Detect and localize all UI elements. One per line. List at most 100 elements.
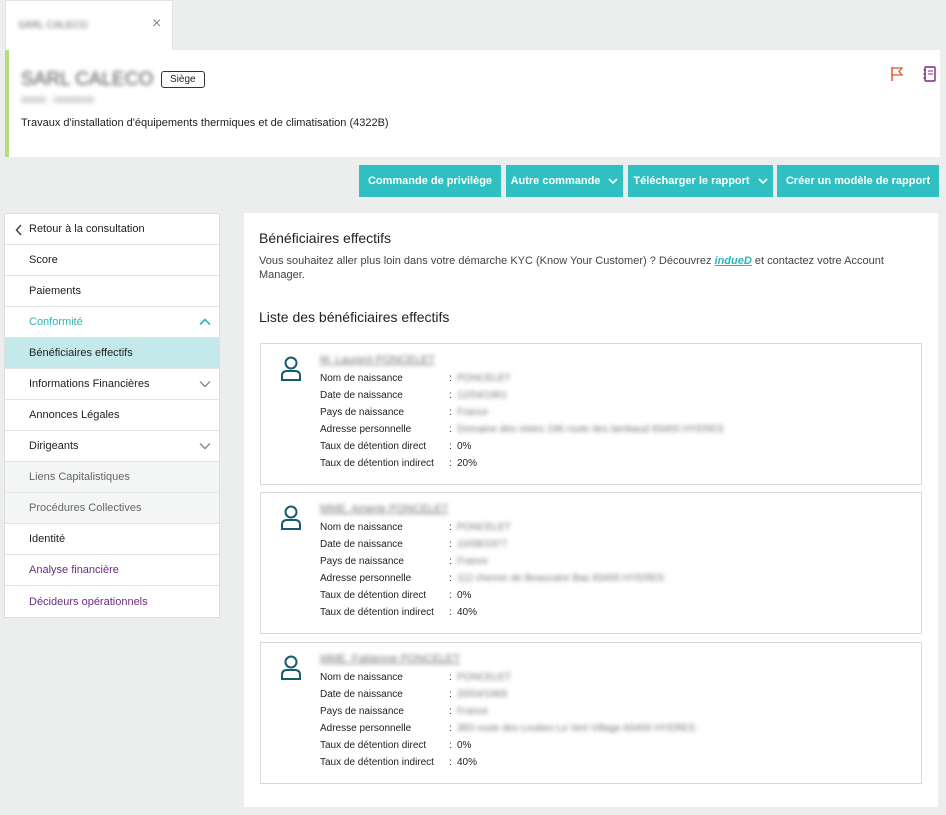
- sidebar-item-label: Dirigeants: [29, 440, 79, 452]
- tab-label: SARL CALECO: [18, 20, 88, 31]
- detail-colon: :: [449, 757, 452, 768]
- sidebar-item-compliance[interactable]: Conformité: [5, 307, 219, 338]
- beneficiaries-list-title: Liste des bénéficiaires effectifs: [259, 309, 450, 325]
- detail-label: Date de naissance: [320, 689, 403, 700]
- detail-colon: :: [449, 556, 452, 567]
- sidebar-item-label: Informations Financières: [29, 378, 150, 390]
- detail-label: Date de naissance: [320, 539, 403, 550]
- detail-label: Pays de naissance: [320, 556, 404, 567]
- sidebar-item-financial-info[interactable]: Informations Financières: [5, 369, 219, 400]
- detail-label: Taux de détention direct: [320, 590, 427, 601]
- sidebar-item-financial-analysis[interactable]: Analyse financière: [5, 555, 219, 586]
- detail-row: Adresse personnelle: Domaine des vistes 1…: [320, 424, 900, 438]
- detail-value: 12/04/1961: [457, 390, 508, 401]
- sidebar-item-beneficiaries[interactable]: Bénéficiaires effectifs: [5, 338, 219, 369]
- detail-label: Date de naissance: [320, 390, 403, 401]
- other-order-button[interactable]: Autre commande: [506, 165, 623, 197]
- sidebar-item-back[interactable]: Retour à la consultation: [5, 214, 219, 245]
- create-report-model-button[interactable]: Créer un modèle de rapport: [777, 165, 939, 197]
- detail-value: 10/08/1977: [457, 539, 508, 550]
- activity-description: Travaux d'installation d'équipements the…: [21, 117, 389, 129]
- create-report-model-label: Créer un modèle de rapport: [785, 175, 931, 187]
- detail-value: France: [457, 706, 489, 717]
- sidebar-item-legal-notices[interactable]: Annonces Légales: [5, 400, 219, 431]
- person-icon: [281, 505, 301, 530]
- company-header: SARL CALECO 00000 · 00000000 Siège Trava…: [5, 50, 940, 157]
- detail-label: Nom de naissance: [320, 672, 403, 683]
- detail-row: Pays de naissance: France: [320, 407, 900, 421]
- chevron-left-icon: [15, 224, 22, 236]
- detail-value: 40%: [457, 607, 478, 618]
- detail-value: 0%: [457, 590, 472, 601]
- detail-label: Taux de détention indirect: [320, 607, 434, 618]
- sidebar-item-label: Score: [29, 254, 58, 266]
- detail-value: PONCELET: [457, 373, 511, 384]
- beneficiary-card: M. Laurent PONCELET Nom de naissance: PON…: [260, 343, 922, 485]
- beneficiary-name[interactable]: M. Laurent PONCELET: [320, 354, 435, 366]
- company-name: SARL CALECO: [21, 69, 154, 90]
- detail-label: Nom de naissance: [320, 522, 403, 533]
- detail-row: Adresse personnelle:112 chemin de Beauca…: [320, 573, 900, 587]
- kyc-description: Vous souhaitez aller plus loin dans votr…: [259, 254, 919, 282]
- detail-colon: :: [449, 424, 452, 435]
- sidebar-item-executives[interactable]: Dirigeants: [5, 431, 219, 462]
- siege-badge: Siège: [161, 71, 205, 88]
- detail-label: Pays de naissance: [320, 706, 404, 717]
- detail-row: Nom de naissance: PONCELET: [320, 522, 900, 536]
- sidebar-item-label: Annonces Légales: [29, 409, 120, 421]
- sidebar-item-collective-procedures[interactable]: Procédures Collectives: [5, 493, 219, 524]
- download-report-label: Télécharger le rapport: [633, 175, 750, 187]
- privilege-order-button[interactable]: Commande de privilège: [359, 165, 501, 197]
- detail-row: Taux de détention direct:0%: [320, 740, 900, 754]
- detail-colon: :: [449, 458, 452, 469]
- detail-label: Adresse personnelle: [320, 573, 412, 584]
- detail-label: Taux de détention indirect: [320, 458, 434, 469]
- detail-label: Taux de détention indirect: [320, 757, 434, 768]
- flag-icon[interactable]: [889, 66, 905, 82]
- beneficiary-name[interactable]: MME. Fabienne PONCELET: [320, 653, 460, 665]
- detail-value: France: [457, 407, 489, 418]
- detail-colon: :: [449, 689, 452, 700]
- sidebar-item-capital-links[interactable]: Liens Capitalistiques: [5, 462, 219, 493]
- detail-label: Taux de détention direct: [320, 441, 427, 452]
- kyc-description-text: Vous souhaitez aller plus loin dans votr…: [259, 255, 715, 267]
- detail-colon: :: [449, 373, 452, 384]
- detail-value: PONCELET: [457, 672, 511, 683]
- chevron-down-icon: [199, 381, 211, 388]
- detail-row: Adresse personnelle:383 route des Loubes…: [320, 723, 900, 737]
- chevron-down-icon: [199, 443, 211, 450]
- detail-colon: :: [449, 539, 452, 550]
- detail-label: Taux de détention direct: [320, 740, 427, 751]
- sidebar-item-operational-decision-makers[interactable]: Décideurs opérationnels: [5, 586, 219, 617]
- sidebar-item-label: Procédures Collectives: [29, 502, 142, 514]
- detail-colon: :: [449, 723, 452, 734]
- detail-label: Pays de naissance: [320, 407, 404, 418]
- detail-colon: :: [449, 573, 452, 584]
- beneficiary-name[interactable]: MME. Amerie PONCELET: [320, 503, 448, 515]
- main-content: Bénéficiaires effectifs Vous souhaitez a…: [244, 213, 938, 807]
- indued-link[interactable]: indueD: [715, 255, 752, 267]
- detail-row: Date de naissance:10/08/1977: [320, 539, 900, 553]
- company-tab[interactable]: SARL CALECO ×: [5, 0, 173, 51]
- sidebar-item-identity[interactable]: Identité: [5, 524, 219, 555]
- detail-colon: :: [449, 441, 452, 452]
- detail-row: Taux de détention indirect:20%: [320, 458, 900, 472]
- close-icon[interactable]: ×: [152, 15, 161, 33]
- detail-row: Taux de détention indirect:40%: [320, 757, 900, 771]
- detail-row: Pays de naissance: France: [320, 706, 900, 720]
- sidebar-item-payments[interactable]: Paiements: [5, 276, 219, 307]
- detail-colon: :: [449, 390, 452, 401]
- chevron-down-icon: [758, 177, 768, 184]
- download-report-button[interactable]: Télécharger le rapport: [628, 165, 773, 197]
- detail-value: 40%: [457, 757, 478, 768]
- sidebar-nav: Retour à la consultation Score Paiements…: [4, 213, 220, 618]
- notebook-icon[interactable]: [923, 66, 937, 82]
- sidebar-item-score[interactable]: Score: [5, 245, 219, 276]
- detail-value: France: [457, 556, 489, 567]
- detail-row: Date de naissance:20/04/1969: [320, 689, 900, 703]
- sidebar-item-label: Bénéficiaires effectifs: [29, 347, 133, 359]
- detail-colon: :: [449, 740, 452, 751]
- detail-colon: :: [449, 407, 452, 418]
- detail-value: 20%: [457, 458, 478, 469]
- detail-colon: :: [449, 672, 452, 683]
